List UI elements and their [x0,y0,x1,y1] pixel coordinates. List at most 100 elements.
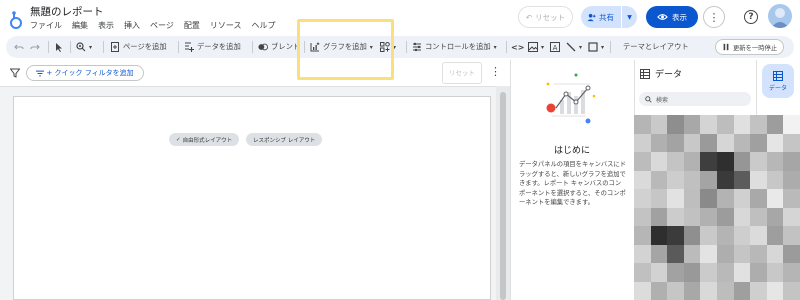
mosaic-cell [634,189,651,208]
mosaic-cell [783,281,800,300]
menu-resource[interactable]: リソース [205,20,247,31]
add-page-button[interactable]: ページを追加 [110,36,167,58]
mosaic-cell [683,244,701,263]
filter-lines-icon [36,70,45,76]
pause-updates-button[interactable]: 更新を一時停止 [715,39,785,55]
mosaic-cell [750,226,767,245]
mosaic-cell [650,170,668,189]
view-button[interactable]: 表示 [646,6,698,28]
mosaic-cell [634,281,651,300]
check-icon: ✓ [176,136,181,143]
freeform-layout-chip[interactable]: ✓ 自由形式レイアウト [169,133,240,146]
more-options-icon[interactable]: ⋮ [703,6,725,28]
data-search-input[interactable]: 検索 [639,92,751,106]
blend-icon [258,43,268,51]
mosaic-cell [700,207,717,226]
undo-icon[interactable] [14,36,24,58]
rectangle-icon [588,42,598,52]
mosaic-cell [634,133,651,152]
share-dropdown-icon[interactable]: ▼ [622,14,637,21]
add-data-button[interactable]: データを追加 [184,36,241,58]
add-data-icon [185,42,194,52]
mosaic-cell [766,226,784,245]
menu-arrange[interactable]: 配置 [179,20,205,31]
pixelated-data-list [634,115,800,300]
embed-code-icon[interactable]: <> [511,36,524,58]
mosaic-cell [683,152,701,171]
menu-bar: ファイル 編集 表示 挿入 ページ 配置 リソース ヘルプ [30,20,280,31]
add-quick-filter-button[interactable]: + クイック フィルタを追加 [26,65,144,81]
mosaic-cell [650,226,668,245]
mosaic-cell [634,115,651,134]
chevron-down-icon: ▾ [541,43,545,51]
mosaic-cell [700,189,717,208]
line-button[interactable]: ▾ [566,36,582,58]
menu-page[interactable]: ページ [145,20,179,31]
filter-reset-button[interactable]: リセット [442,62,482,84]
menu-insert[interactable]: 挿入 [119,20,145,31]
chevron-down-icon: ▾ [579,43,583,51]
mosaic-cell [783,152,800,171]
add-control-button[interactable]: コントロールを追加 ▾ [412,36,497,58]
line-icon [566,42,576,52]
shape-button[interactable]: ▾ [588,36,604,58]
mosaic-cell [733,115,751,134]
mosaic-cell [733,189,751,208]
mosaic-cell [650,133,668,152]
mosaic-cell [733,170,751,189]
mosaic-cell [716,170,734,189]
mosaic-cell [783,170,800,189]
scrollbar-thumb[interactable] [500,92,506,300]
redo-icon[interactable] [30,36,40,58]
chart-illustration-icon [546,73,596,124]
mosaic-cell [766,170,784,189]
mosaic-cell [733,263,751,282]
mosaic-cell [783,189,800,208]
mosaic-cell [783,207,800,226]
chevron-down-icon: ▾ [601,43,605,51]
menu-edit[interactable]: 編集 [67,20,93,31]
menu-file[interactable]: ファイル [30,20,67,31]
image-button[interactable]: ▾ [528,36,544,58]
toolbar: ▾ ページを追加 データを追加 ブレンド グラフを追加 ▾ ▾ コントロールを追… [6,36,794,58]
getting-started-heading: はじめに [553,146,590,156]
mosaic-cell [783,263,800,282]
share-button[interactable]: 共有 ▼ [581,6,637,28]
mosaic-cell [716,281,734,300]
menu-view[interactable]: 表示 [93,20,119,31]
mosaic-cell [716,152,734,171]
avatar[interactable] [768,4,792,28]
mosaic-cell [750,189,767,208]
filter-icon[interactable] [10,68,20,78]
text-box-icon[interactable]: A [550,36,560,58]
help-icon[interactable]: ? [744,10,758,24]
blend-button[interactable]: ブレンド [258,36,300,58]
mosaic-cell [750,133,767,152]
select-cursor-icon[interactable] [54,36,64,58]
mosaic-cell [700,226,717,245]
report-page[interactable] [13,96,491,300]
reset-button[interactable]: ↶ リセット [518,6,573,28]
mosaic-cell [733,207,751,226]
mosaic-cell [634,244,651,263]
filter-more-icon[interactable]: ⋮ [490,65,501,78]
mosaic-cell [650,207,668,226]
menu-help[interactable]: ヘルプ [246,20,280,31]
mosaic-cell [766,115,784,134]
mosaic-cell [783,133,800,152]
document-title[interactable]: 無題のレポート [30,4,104,19]
mosaic-cell [650,281,668,300]
looker-studio-logo-icon[interactable] [9,10,23,30]
chevron-down-icon: ▾ [493,43,497,51]
theme-layout-button[interactable]: テーマとレイアウト [623,36,689,58]
chevron-down-icon: ▾ [89,43,93,51]
rail-data-tab[interactable]: データ [762,64,794,98]
zoom-icon [76,42,86,52]
mosaic-cell [766,244,784,263]
mosaic-cell [700,263,717,282]
filter-bar: + クイック フィルタを追加 リセット ⋮ [0,60,510,86]
zoom-button[interactable]: ▾ [76,36,92,58]
mosaic-cell [716,244,734,263]
mosaic-cell [766,152,784,171]
responsive-layout-chip[interactable]: レスポンシブ レイアウト [246,133,323,146]
